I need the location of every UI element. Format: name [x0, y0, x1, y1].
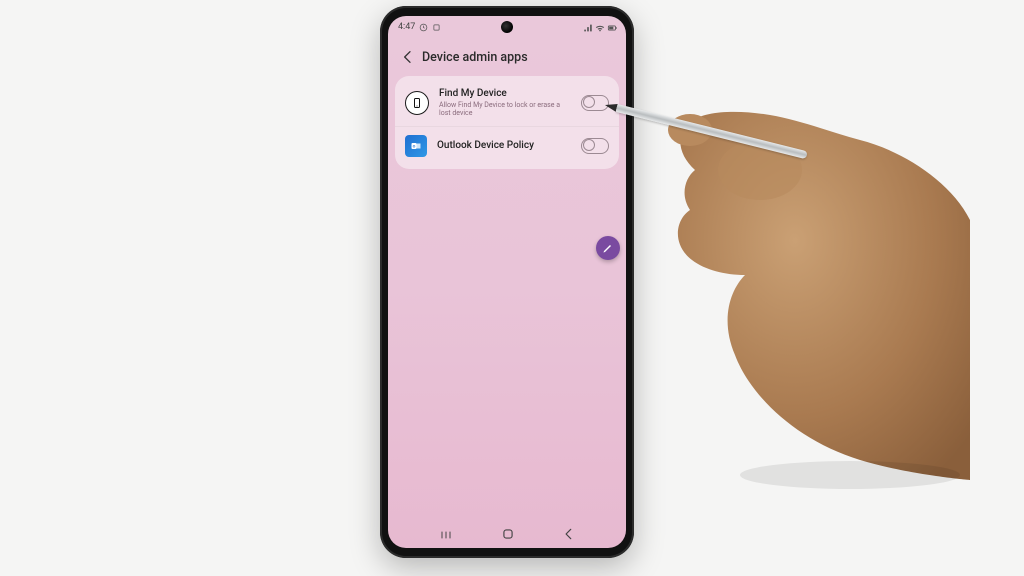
chevron-left-icon — [400, 49, 416, 65]
hand — [650, 60, 970, 490]
page-title: Device admin apps — [422, 50, 528, 65]
notification-icon — [432, 23, 441, 32]
page-header: Device admin apps — [388, 40, 626, 74]
toggle-knob — [583, 139, 595, 151]
outlook-icon: O — [405, 135, 427, 157]
edit-fab[interactable] — [596, 236, 620, 260]
back-button[interactable] — [394, 43, 422, 71]
phone-screen: 4:47 — [388, 16, 626, 548]
status-time: 4:47 — [398, 22, 415, 32]
nav-home[interactable] — [501, 526, 515, 545]
nav-back[interactable] — [562, 526, 576, 545]
battery-icon — [607, 23, 616, 32]
stylus — [603, 98, 810, 162]
signal-icon — [583, 23, 592, 32]
find-my-device-icon — [405, 91, 429, 115]
front-camera — [501, 21, 513, 33]
svg-text:O: O — [413, 143, 416, 148]
toggle-find-my-device[interactable] — [581, 95, 609, 111]
list-item-title: Find My Device — [439, 88, 571, 100]
wifi-icon — [595, 23, 604, 32]
toggle-knob — [583, 96, 595, 108]
toggle-outlook-policy[interactable] — [581, 138, 609, 154]
list-item-title: Outlook Device Policy — [437, 140, 571, 152]
phone-frame: 4:47 — [380, 6, 634, 558]
nav-recent[interactable] — [438, 526, 454, 545]
admin-apps-list: Find My Device Allow Find My Device to l… — [395, 76, 619, 169]
system-nav-bar — [388, 522, 626, 548]
clock-icon — [419, 23, 428, 32]
pencil-icon — [602, 242, 614, 254]
list-item[interactable]: Find My Device Allow Find My Device to l… — [395, 80, 619, 126]
list-item-subtitle: Allow Find My Device to lock or erase a … — [439, 101, 571, 118]
list-item[interactable]: O Outlook Device Policy — [395, 126, 619, 165]
